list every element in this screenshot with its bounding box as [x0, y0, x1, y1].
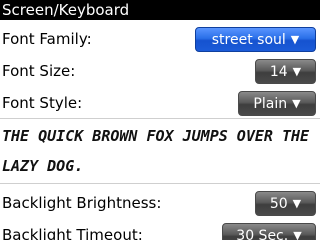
font-family-label: Font Family: [2, 30, 92, 48]
backlight-brightness-row: Backlight Brightness: 50 ▼ [0, 188, 320, 218]
dropdown-arrow-icon: ▼ [293, 229, 302, 240]
dropdown-arrow-icon: ▼ [292, 97, 301, 110]
dropdown-arrow-icon: ▼ [292, 197, 302, 210]
font-style-value: Plain [253, 96, 288, 112]
backlight-brightness-dropdown[interactable]: 50 ▼ [255, 191, 316, 216]
backlight-brightness-value: 50 [269, 196, 288, 212]
dropdown-arrow-icon: ▼ [290, 33, 300, 46]
backlight-timeout-row: Backlight Timeout: 30 Sec. ▼ [0, 220, 320, 240]
font-size-label: Font Size: [2, 62, 76, 80]
font-family-row: Font Family: street soul ▼ [0, 24, 320, 54]
font-family-dropdown[interactable]: street soul ▼ [195, 27, 316, 52]
font-size-dropdown[interactable]: 14 ▼ [255, 59, 316, 84]
font-family-value: street soul [211, 32, 286, 48]
font-size-value: 14 [269, 64, 288, 80]
dropdown-arrow-icon: ▼ [292, 65, 302, 78]
font-preview: The quick brown fox jumps over the lazy … [0, 118, 320, 184]
backlight-timeout-dropdown[interactable]: 30 Sec. ▼ [222, 223, 316, 240]
font-preview-text: The quick brown fox jumps over the lazy … [2, 127, 310, 175]
font-size-row: Font Size: 14 ▼ [0, 56, 320, 86]
font-style-label: Font Style: [2, 94, 83, 112]
font-style-row: Font Style: Plain ▼ [0, 88, 320, 118]
screen-title: Screen/Keyboard [0, 0, 320, 20]
backlight-timeout-value: 30 Sec. [236, 228, 289, 240]
backlight-timeout-label: Backlight Timeout: [2, 226, 143, 240]
backlight-brightness-label: Backlight Brightness: [2, 194, 162, 212]
font-style-dropdown[interactable]: Plain ▼ [238, 91, 316, 116]
